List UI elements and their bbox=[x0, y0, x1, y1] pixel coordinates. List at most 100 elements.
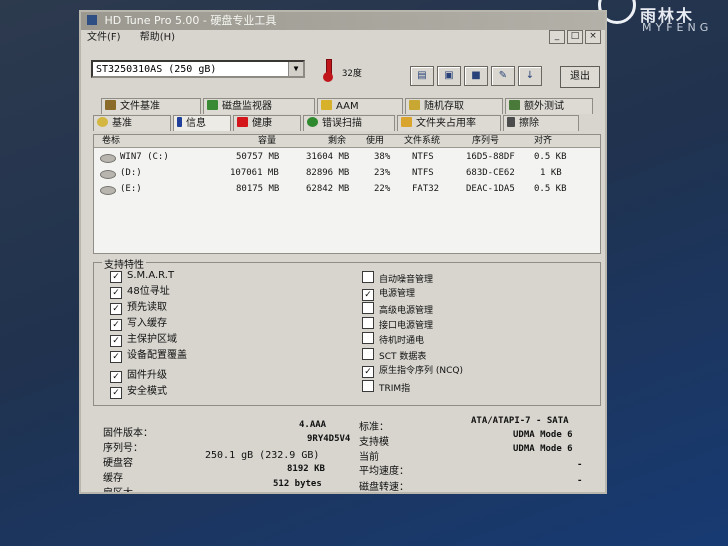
table-row[interactable]: (D:) 107061 MB 82896 MB 23% NTFS 683D-CE… bbox=[94, 166, 600, 181]
checkbox[interactable]: ✓ bbox=[110, 371, 122, 383]
cell-serial: DEAC-1DA5 bbox=[466, 184, 515, 194]
copy-text-icon[interactable]: ▤ bbox=[410, 66, 434, 86]
tab-aam[interactable]: AAM bbox=[317, 98, 403, 114]
feature-label: 设备配置覆盖 bbox=[127, 350, 187, 361]
tab-label: 健康 bbox=[252, 118, 272, 129]
column-header[interactable]: 剩余 bbox=[328, 135, 346, 147]
feature-label: 自动噪音管理 bbox=[379, 275, 434, 285]
tab-extra-tests[interactable]: 额外测试 bbox=[505, 98, 593, 114]
cell-free: 31604 MB bbox=[306, 152, 350, 162]
tab-erase[interactable]: 擦除 bbox=[503, 115, 579, 131]
checkbox[interactable] bbox=[362, 302, 374, 314]
feature-power-mgmt[interactable]: ✓ 电源管理 bbox=[362, 287, 415, 301]
feature-sct[interactable]: SCT 数据表 bbox=[362, 348, 426, 362]
health-icon bbox=[237, 117, 248, 127]
checkbox[interactable] bbox=[362, 317, 374, 329]
feature-label: TRIM指 bbox=[379, 384, 411, 394]
checkbox[interactable] bbox=[362, 380, 374, 392]
checkbox[interactable]: ✓ bbox=[110, 351, 122, 363]
standard-value: ATA/ATAPI-7 - SATA bbox=[471, 416, 569, 426]
firmware-value: 4.AAA bbox=[299, 420, 327, 430]
feature-smart[interactable]: ✓ S.M.A.R.T bbox=[110, 269, 174, 283]
checkbox[interactable]: ✓ bbox=[110, 271, 122, 283]
cell-used: 23% bbox=[374, 168, 391, 178]
feature-ncq[interactable]: ✓ 原生指令序列 (NCQ) bbox=[362, 364, 463, 378]
column-header[interactable]: 对齐 bbox=[534, 135, 552, 147]
copy-screen-icon[interactable]: ▣ bbox=[437, 66, 461, 86]
feature-apm[interactable]: 高级电源管理 bbox=[362, 302, 433, 316]
feature-interface-pm[interactable]: 接口电源管理 bbox=[362, 317, 433, 331]
download-icon[interactable]: ↓ bbox=[518, 66, 542, 86]
tab-file-benchmark[interactable]: 文件基准 bbox=[101, 98, 201, 114]
extra-tests-icon bbox=[509, 100, 520, 110]
checkbox[interactable]: ✓ bbox=[110, 287, 122, 299]
feature-aam[interactable]: 自动噪音管理 bbox=[362, 271, 433, 285]
feature-48bit[interactable]: ✓ 48位寻址 bbox=[110, 285, 170, 299]
save-icon[interactable]: ■ bbox=[464, 66, 488, 86]
tab-random-access[interactable]: 随机存取 bbox=[405, 98, 503, 114]
column-header[interactable]: 使用 bbox=[366, 135, 384, 147]
feature-readahead[interactable]: ✓ 预先读取 bbox=[110, 301, 167, 315]
options-icon[interactable]: ✎ bbox=[491, 66, 515, 86]
supported-mode-value: UDMA Mode 6 bbox=[513, 430, 573, 440]
tab-label: 文件基准 bbox=[120, 101, 160, 112]
drive-select-value: ST3250310AS (250 gB) bbox=[96, 64, 217, 75]
temperature-readout: 32度 bbox=[342, 69, 362, 79]
cell-used: 22% bbox=[374, 184, 391, 194]
feature-puis[interactable]: 待机时通电 bbox=[362, 332, 424, 346]
title-bar[interactable]: HD Tune Pro 5.00 - 硬盘专业工具 bbox=[81, 12, 605, 30]
tab-folder-usage[interactable]: 文件夹占用率 bbox=[397, 115, 501, 131]
checkbox[interactable]: ✓ bbox=[362, 366, 374, 378]
info-label: 扇区大 bbox=[103, 488, 133, 494]
feature-dco[interactable]: ✓ 设备配置覆盖 bbox=[110, 349, 187, 363]
drive-select[interactable]: ST3250310AS (250 gB) ▼ bbox=[91, 60, 305, 78]
feature-security[interactable]: ✓ 安全模式 bbox=[110, 385, 167, 399]
column-header[interactable]: 序列号 bbox=[472, 135, 499, 147]
info-label: 序列号： bbox=[103, 443, 143, 454]
checkbox[interactable]: ✓ bbox=[110, 319, 122, 331]
tab-error-scan[interactable]: 错误扫描 bbox=[303, 115, 395, 131]
checkbox[interactable]: ✓ bbox=[110, 335, 122, 347]
checkbox[interactable]: ✓ bbox=[110, 387, 122, 399]
column-header[interactable]: 容量 bbox=[258, 135, 276, 147]
column-header[interactable]: 文件系统 bbox=[404, 135, 440, 147]
close-button[interactable]: × bbox=[585, 30, 601, 44]
tab-disk-monitor[interactable]: 磁盘监视器 bbox=[203, 98, 315, 114]
menu-file[interactable]: 文件(F) bbox=[87, 32, 121, 43]
tab-label: 额外测试 bbox=[524, 101, 564, 112]
menu-help[interactable]: 帮助(H) bbox=[140, 32, 175, 43]
checkbox[interactable] bbox=[362, 332, 374, 344]
feature-trim[interactable]: TRIM指 bbox=[362, 380, 410, 394]
feature-label: 主保护区域 bbox=[127, 334, 177, 345]
disk-icon bbox=[100, 186, 116, 195]
maximize-button[interactable]: □ bbox=[567, 30, 583, 44]
tab-benchmark[interactable]: 基准 bbox=[93, 115, 171, 131]
file-benchmark-icon bbox=[105, 100, 116, 110]
checkbox[interactable]: ✓ bbox=[362, 289, 374, 301]
checkbox[interactable] bbox=[362, 348, 374, 360]
checkbox[interactable]: ✓ bbox=[110, 303, 122, 315]
chevron-down-icon[interactable]: ▼ bbox=[288, 62, 303, 76]
info-label: 支持模 bbox=[359, 437, 389, 448]
serial-value: 9RY4D5V4 bbox=[307, 434, 351, 444]
tab-health[interactable]: 健康 bbox=[233, 115, 301, 131]
cell-serial: 683D-CE62 bbox=[466, 168, 515, 178]
table-row[interactable]: WIN7 (C:) 50757 MB 31604 MB 38% NTFS 16D… bbox=[94, 150, 600, 165]
menu-bar: 文件(F) 帮助(H) bbox=[81, 30, 605, 46]
cell-capacity: 80175 MB bbox=[236, 184, 280, 194]
feature-hpa[interactable]: ✓ 主保护区域 bbox=[110, 333, 177, 347]
tab-info[interactable]: 信息 bbox=[173, 115, 231, 131]
minimize-button[interactable]: _ bbox=[549, 30, 565, 44]
column-header[interactable]: 卷标 bbox=[102, 135, 120, 147]
info-label: 平均速度： bbox=[359, 466, 409, 477]
feature-firmware[interactable]: ✓ 固件升级 bbox=[110, 369, 167, 383]
exit-button[interactable]: 退出 bbox=[560, 66, 600, 88]
info-label: 固件版本： bbox=[103, 428, 153, 439]
table-row[interactable]: (E:) 80175 MB 62842 MB 22% FAT32 DEAC-1D… bbox=[94, 182, 600, 197]
cell-fs: FAT32 bbox=[412, 184, 440, 194]
current-mode-value: UDMA Mode 6 bbox=[513, 444, 573, 454]
checkbox[interactable] bbox=[362, 271, 374, 283]
error-scan-icon bbox=[307, 117, 318, 127]
feature-write-cache[interactable]: ✓ 写入缓存 bbox=[110, 317, 167, 331]
thermometer-icon bbox=[319, 58, 337, 82]
